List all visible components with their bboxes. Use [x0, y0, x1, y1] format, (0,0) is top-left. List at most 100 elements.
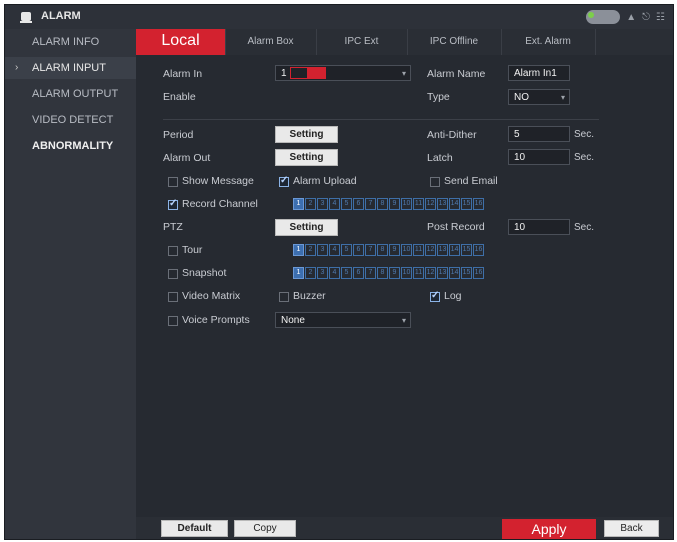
channel-8-button[interactable]: 8	[377, 244, 388, 256]
post-record-input[interactable]: 10	[508, 219, 570, 235]
channel-2-button[interactable]: 2	[305, 198, 316, 210]
channel-13-button[interactable]: 13	[437, 267, 448, 279]
channel-6-button[interactable]: 6	[353, 198, 364, 210]
voice-prompts-label: Voice Prompts	[182, 314, 250, 326]
logout-icon[interactable]: ⎋	[642, 12, 650, 23]
channel-9-button[interactable]: 9	[389, 198, 400, 210]
channel-14-button[interactable]: 14	[449, 244, 460, 256]
sidebar-item-alarm-info[interactable]: ALARM INFO	[5, 31, 136, 53]
sidebar-item-abnormality[interactable]: ABNORMALITY	[5, 135, 136, 157]
channel-6-button[interactable]: 6	[353, 244, 364, 256]
snapshot-label: Snapshot	[182, 267, 227, 279]
enable-toggle[interactable]	[290, 67, 326, 79]
period-label: Period	[163, 129, 194, 141]
channel-8-button[interactable]: 8	[377, 267, 388, 279]
type-select[interactable]: NO	[508, 89, 570, 106]
tour-checkbox[interactable]	[168, 246, 178, 256]
apply-button[interactable]: Apply	[502, 519, 596, 539]
status-toggle-icon[interactable]	[586, 10, 621, 24]
user-icon[interactable]: ▲	[626, 12, 636, 23]
channel-12-button[interactable]: 12	[425, 198, 436, 210]
channel-1-button[interactable]: 1	[293, 267, 304, 279]
latch-unit: Sec.	[574, 152, 595, 163]
title-bar: ALARM ▲ ⎋ ☷	[5, 5, 673, 30]
copy-button[interactable]: Copy	[234, 520, 296, 537]
channel-2-button[interactable]: 2	[305, 244, 316, 256]
tab-local[interactable]: Local	[136, 29, 226, 55]
default-button[interactable]: Default	[161, 520, 228, 537]
ptz-label: PTZ	[163, 221, 183, 233]
channel-5-button[interactable]: 5	[341, 267, 352, 279]
send-email-checkbox[interactable]	[430, 177, 440, 187]
window-title: ALARM	[41, 10, 81, 22]
channel-13-button[interactable]: 13	[437, 198, 448, 210]
channel-14-button[interactable]: 14	[449, 267, 460, 279]
snapshot-checkbox[interactable]	[168, 269, 178, 279]
show-message-checkbox[interactable]	[168, 177, 178, 187]
channel-3-button[interactable]: 3	[317, 267, 328, 279]
tab-alarm-box[interactable]: Alarm Box	[225, 29, 317, 55]
back-button[interactable]: Back	[604, 520, 659, 537]
toggle-on-half	[308, 67, 326, 79]
channel-12-button[interactable]: 12	[425, 244, 436, 256]
channel-2-button[interactable]: 2	[305, 267, 316, 279]
buzzer-checkbox[interactable]	[279, 292, 289, 302]
period-setting-button[interactable]: Setting	[275, 126, 338, 143]
channel-12-button[interactable]: 12	[425, 267, 436, 279]
record-channel-list: 1 2 3 4 5 6 7 8 9 10 11 12 13 14 15 16	[293, 198, 484, 210]
alarm-name-label: Alarm Name	[427, 68, 486, 80]
log-checkbox[interactable]	[430, 290, 440, 302]
voice-prompts-checkbox[interactable]	[168, 316, 178, 326]
alarm-name-input[interactable]: Alarm In1	[508, 65, 570, 81]
tab-ipc-offline[interactable]: IPC Offline	[407, 29, 502, 55]
channel-15-button[interactable]: 15	[461, 244, 472, 256]
channel-11-button[interactable]: 11	[413, 198, 424, 210]
latch-input[interactable]: 10	[508, 149, 570, 165]
channel-3-button[interactable]: 3	[317, 244, 328, 256]
channel-16-button[interactable]: 16	[473, 244, 484, 256]
channel-16-button[interactable]: 16	[473, 267, 484, 279]
channel-1-button[interactable]: 1	[293, 198, 304, 210]
channel-3-button[interactable]: 3	[317, 198, 328, 210]
channel-4-button[interactable]: 4	[329, 244, 340, 256]
sidebar: ALARM INFO › ALARM INPUT ALARM OUTPUT VI…	[5, 29, 136, 539]
voice-prompts-select[interactable]: None	[275, 312, 411, 329]
menu-icon[interactable]: ☷	[656, 12, 665, 23]
sidebar-item-video-detect[interactable]: VIDEO DETECT	[5, 109, 136, 131]
channel-4-button[interactable]: 4	[329, 267, 340, 279]
channel-8-button[interactable]: 8	[377, 198, 388, 210]
alarm-out-setting-button[interactable]: Setting	[275, 149, 338, 166]
anti-dither-input[interactable]: 5	[508, 126, 570, 142]
sidebar-item-alarm-output[interactable]: ALARM OUTPUT	[5, 83, 136, 105]
channel-1-button[interactable]: 1	[293, 244, 304, 256]
record-channel-label: Record Channel	[182, 198, 258, 210]
channel-11-button[interactable]: 11	[413, 244, 424, 256]
channel-5-button[interactable]: 5	[341, 244, 352, 256]
channel-9-button[interactable]: 9	[389, 267, 400, 279]
channel-11-button[interactable]: 11	[413, 267, 424, 279]
sidebar-item-label: ALARM OUTPUT	[32, 88, 119, 100]
channel-10-button[interactable]: 10	[401, 244, 412, 256]
channel-10-button[interactable]: 10	[401, 198, 412, 210]
ptz-setting-button[interactable]: Setting	[275, 219, 338, 236]
channel-16-button[interactable]: 16	[473, 198, 484, 210]
channel-6-button[interactable]: 6	[353, 267, 364, 279]
channel-14-button[interactable]: 14	[449, 198, 460, 210]
enable-label: Enable	[163, 91, 196, 103]
channel-7-button[interactable]: 7	[365, 267, 376, 279]
alarm-upload-checkbox[interactable]	[279, 175, 289, 187]
channel-7-button[interactable]: 7	[365, 244, 376, 256]
channel-10-button[interactable]: 10	[401, 267, 412, 279]
tab-ipc-ext[interactable]: IPC Ext	[316, 29, 408, 55]
channel-13-button[interactable]: 13	[437, 244, 448, 256]
channel-9-button[interactable]: 9	[389, 244, 400, 256]
channel-5-button[interactable]: 5	[341, 198, 352, 210]
tab-ext-alarm[interactable]: Ext. Alarm	[501, 29, 596, 55]
video-matrix-checkbox[interactable]	[168, 292, 178, 302]
channel-15-button[interactable]: 15	[461, 198, 472, 210]
channel-15-button[interactable]: 15	[461, 267, 472, 279]
sidebar-item-alarm-input[interactable]: › ALARM INPUT	[5, 57, 136, 79]
channel-7-button[interactable]: 7	[365, 198, 376, 210]
channel-4-button[interactable]: 4	[329, 198, 340, 210]
record-channel-checkbox[interactable]	[168, 198, 178, 210]
